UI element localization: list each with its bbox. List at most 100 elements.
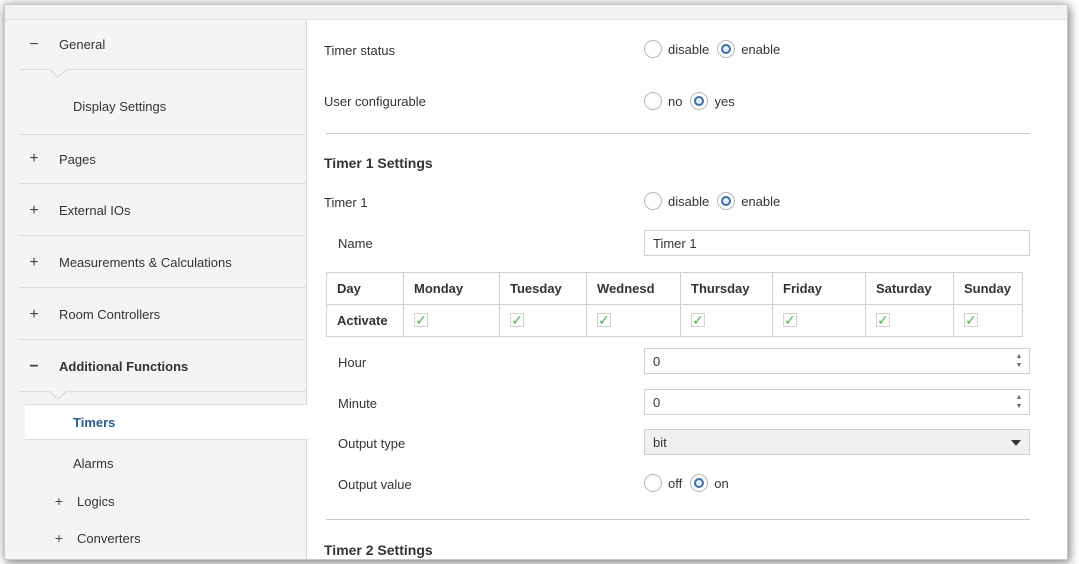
user-configurable-label: User configurable: [324, 94, 426, 109]
sidebar-item-additional-functions[interactable]: − Additional Functions: [19, 342, 307, 392]
day-header-monday: Monday: [403, 272, 500, 305]
wednesday-checkbox[interactable]: ✓: [597, 313, 611, 327]
minute-input-value: 0: [653, 394, 661, 410]
sidebar-item-timers[interactable]: Timers: [25, 404, 309, 440]
settings-panel: Timer status disable enable User configu…: [308, 20, 1067, 559]
tree-notch: [49, 391, 67, 402]
activate-row: Activate ✓ ✓ ✓ ✓ ✓ ✓ ✓: [326, 304, 1023, 337]
sidebar-item-label: Converters: [77, 530, 141, 546]
divider: [326, 133, 1030, 134]
activate-cell: ✓: [953, 304, 1023, 337]
day-header-sunday: Sunday: [953, 272, 1023, 305]
activate-cell: ✓: [403, 304, 500, 337]
sidebar-item-label: Pages: [59, 151, 96, 167]
expand-icon[interactable]: +: [19, 150, 49, 168]
sidebar-item-label: Alarms: [73, 455, 114, 471]
saturday-checkbox[interactable]: ✓: [876, 313, 890, 327]
expand-icon[interactable]: +: [19, 254, 49, 272]
user-configurable-radio-group: no yes: [644, 92, 743, 110]
window-top-bar: [5, 5, 1067, 20]
window-frame: − General Display Settings + Pages + Ext…: [4, 4, 1068, 560]
activate-cell: ✓: [865, 304, 954, 337]
sidebar-item-converters[interactable]: + Converters: [19, 520, 307, 556]
output-type-value: bit: [653, 434, 667, 450]
spinner-icon[interactable]: ▲ ▼: [1015, 393, 1023, 411]
name-label: Name: [338, 236, 373, 251]
output-value-radio-group: off on: [644, 474, 737, 492]
activate-cell: ✓: [586, 304, 681, 337]
sidebar-item-label: Logics: [77, 493, 115, 509]
timer1-enable-radio[interactable]: [717, 192, 736, 210]
days-header-row: Day Monday Tuesday Wednesd Thursday Frid…: [326, 272, 1023, 305]
timer-status-radio-group: disable enable: [644, 40, 788, 58]
timer-status-enable-radio[interactable]: [717, 40, 736, 58]
radio-label: yes: [714, 93, 735, 109]
sidebar-item-display-settings[interactable]: Display Settings: [19, 88, 307, 124]
timer-status-label: Timer status: [324, 43, 396, 58]
sidebar-item-label: Additional Functions: [59, 359, 189, 374]
spinner-icon[interactable]: ▲ ▼: [1015, 352, 1023, 370]
output-value-on-radio[interactable]: [690, 474, 709, 492]
timer1-disable-radio[interactable]: [644, 192, 662, 210]
divider: [326, 519, 1030, 520]
sidebar-item-logics[interactable]: + Logics: [19, 483, 307, 519]
collapse-icon[interactable]: −: [19, 36, 49, 54]
radio-label: disable: [668, 41, 710, 57]
sidebar-item-general[interactable]: − General: [19, 20, 307, 70]
name-input[interactable]: Timer 1: [644, 230, 1030, 256]
tree-notch: [49, 69, 67, 80]
radio-label: enable: [741, 193, 781, 209]
sidebar-item-label: External IOs: [59, 203, 131, 218]
sidebar-item-pages[interactable]: + Pages: [19, 134, 307, 184]
day-header-cell: Day: [326, 272, 404, 305]
user-configurable-no-radio[interactable]: [644, 92, 662, 110]
radio-label: disable: [668, 193, 710, 209]
day-header-wednesday: Wednesd: [586, 272, 681, 305]
expand-icon[interactable]: +: [19, 306, 49, 324]
activate-label: Activate: [326, 304, 404, 337]
radio-label: on: [714, 475, 729, 491]
expand-icon[interactable]: +: [49, 493, 69, 509]
sidebar-item-external-ios[interactable]: + External IOs: [19, 186, 307, 236]
timer2-section-title: Timer 2 Settings: [324, 542, 433, 558]
timer-status-disable-radio[interactable]: [644, 40, 662, 58]
user-configurable-yes-radio[interactable]: [690, 92, 709, 110]
hour-input-value: 0: [653, 353, 661, 369]
radio-label: no: [668, 93, 683, 109]
expand-icon[interactable]: +: [49, 530, 69, 546]
sidebar-item-label: Room Controllers: [59, 307, 161, 322]
day-header-friday: Friday: [772, 272, 866, 305]
days-table: Day Monday Tuesday Wednesd Thursday Frid…: [326, 272, 1023, 337]
output-value-label: Output value: [338, 477, 412, 492]
day-header-thursday: Thursday: [680, 272, 773, 305]
expand-icon[interactable]: +: [19, 202, 49, 220]
output-value-off-radio[interactable]: [644, 474, 662, 492]
collapse-icon[interactable]: −: [19, 358, 49, 376]
output-type-label: Output type: [338, 436, 406, 451]
sidebar: − General Display Settings + Pages + Ext…: [5, 20, 309, 559]
minute-input[interactable]: 0 ▲ ▼: [644, 389, 1030, 415]
hour-label: Hour: [338, 355, 367, 370]
sidebar-item-label: Timers: [73, 414, 116, 430]
activate-cell: ✓: [680, 304, 773, 337]
chevron-down-icon: [1011, 440, 1021, 446]
day-header-tuesday: Tuesday: [499, 272, 587, 305]
sidebar-item-label: Display Settings: [73, 98, 167, 114]
sidebar-item-label: Measurements & Calculations: [59, 255, 232, 270]
activate-cell: ✓: [772, 304, 866, 337]
sidebar-item-measurements[interactable]: + Measurements & Calculations: [19, 238, 307, 288]
sunday-checkbox[interactable]: ✓: [964, 313, 978, 327]
timer1-label: Timer 1: [324, 195, 368, 210]
hour-input[interactable]: 0 ▲ ▼: [644, 348, 1030, 374]
thursday-checkbox[interactable]: ✓: [691, 313, 705, 327]
sidebar-item-room-controllers[interactable]: + Room Controllers: [19, 290, 307, 340]
friday-checkbox[interactable]: ✓: [783, 313, 797, 327]
activate-cell: ✓: [499, 304, 587, 337]
monday-checkbox[interactable]: ✓: [414, 313, 428, 327]
timer1-radio-group: disable enable: [644, 192, 788, 210]
output-type-select[interactable]: bit: [644, 429, 1030, 455]
minute-label: Minute: [338, 396, 378, 411]
sidebar-item-label: General: [59, 37, 106, 52]
sidebar-item-alarms[interactable]: Alarms: [19, 445, 307, 481]
tuesday-checkbox[interactable]: ✓: [510, 313, 524, 327]
